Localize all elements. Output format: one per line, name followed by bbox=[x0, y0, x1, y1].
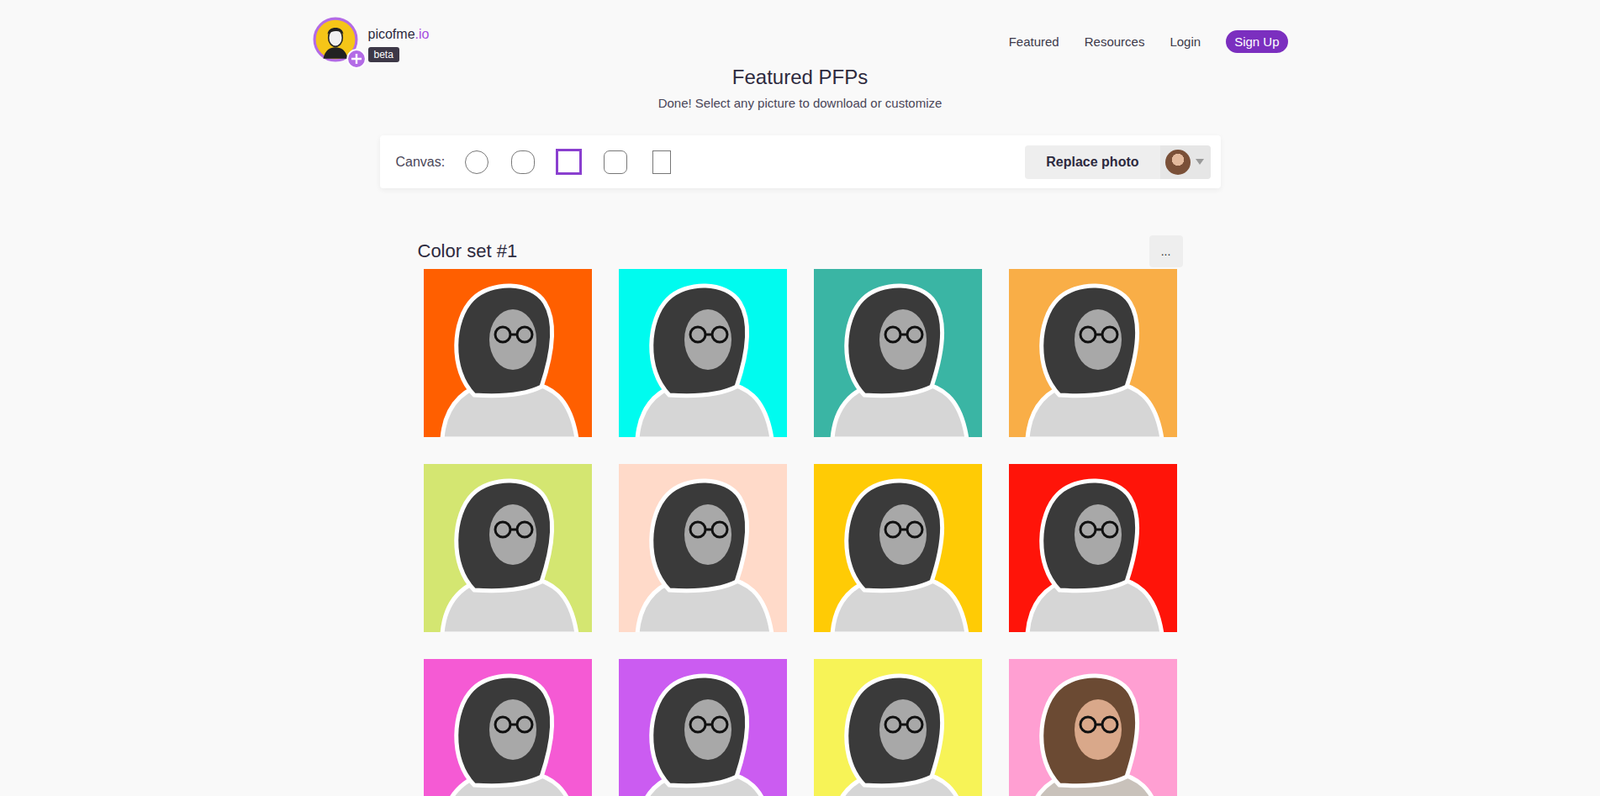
portrait-photo bbox=[423, 464, 592, 633]
canvas-option[interactable] bbox=[601, 148, 629, 175]
logo[interactable] bbox=[312, 16, 359, 63]
color-set-header: Color set #1... bbox=[417, 235, 1183, 268]
more-button[interactable]: ... bbox=[1149, 235, 1183, 268]
canvas-option[interactable] bbox=[555, 148, 582, 175]
square-shape-icon[interactable] bbox=[555, 148, 582, 175]
photo-thumbnail bbox=[1165, 149, 1191, 175]
page-title: Featured PFPs bbox=[0, 65, 1600, 90]
photo-controls: Replace photo bbox=[1024, 145, 1210, 180]
pfp-tile[interactable] bbox=[423, 464, 592, 633]
pfp-tile[interactable] bbox=[1008, 269, 1178, 438]
circle-shape-icon[interactable] bbox=[464, 150, 489, 175]
portrait-photo bbox=[1008, 659, 1178, 796]
canvas-option[interactable] bbox=[509, 148, 536, 175]
canvas-toolbar: Canvas: Replace photo bbox=[380, 135, 1221, 189]
header: picofme.io beta Featured Resources Login Sign… bbox=[312, 0, 1289, 63]
canvas-option[interactable] bbox=[648, 148, 675, 175]
replace-photo-button[interactable]: Replace photo bbox=[1024, 145, 1160, 180]
portrait-photo bbox=[423, 269, 592, 438]
nav: Featured Resources Login Sign Up bbox=[1008, 16, 1289, 53]
brand-text: picofme.io beta bbox=[368, 16, 430, 63]
squircle-shape-icon[interactable] bbox=[511, 150, 535, 175]
pfp-tile[interactable] bbox=[618, 659, 787, 796]
pfp-tile[interactable] bbox=[423, 659, 592, 796]
color-set: Color set #1... bbox=[417, 235, 1183, 796]
nav-item[interactable]: Resources bbox=[1084, 34, 1146, 49]
canvas-label: Canvas: bbox=[396, 154, 446, 170]
nav-item[interactable]: Featured bbox=[1008, 34, 1060, 49]
portrait-shape-icon[interactable] bbox=[652, 150, 671, 175]
portrait-photo bbox=[618, 659, 787, 796]
pfp-tile[interactable] bbox=[618, 269, 787, 438]
page-subtitle: Done! Select any picture to download or … bbox=[0, 95, 1600, 111]
canvas-options: Canvas: bbox=[396, 148, 676, 175]
photo-picker[interactable] bbox=[1160, 145, 1211, 180]
nav-item[interactable]: Login bbox=[1169, 34, 1201, 49]
portrait-photo bbox=[813, 269, 983, 438]
beta-badge: beta bbox=[368, 47, 400, 63]
pfp-tile[interactable] bbox=[1008, 464, 1178, 633]
portrait-photo bbox=[813, 464, 983, 633]
portrait-photo bbox=[618, 269, 787, 438]
color-set-title: Color set #1 bbox=[417, 240, 518, 263]
page: picofme.io beta Featured Resources Login Sign… bbox=[0, 0, 1600, 796]
canvas-option[interactable] bbox=[463, 148, 490, 175]
pfp-tile[interactable] bbox=[1008, 659, 1178, 796]
portrait-photo bbox=[813, 659, 983, 796]
portrait-photo bbox=[423, 659, 592, 796]
portrait-photo bbox=[1008, 269, 1178, 438]
pfp-tile[interactable] bbox=[813, 464, 983, 633]
rounded-shape-icon[interactable] bbox=[603, 150, 628, 175]
pfp-tile[interactable] bbox=[813, 659, 983, 796]
pfp-tile[interactable] bbox=[618, 464, 787, 633]
caret-down-icon[interactable] bbox=[1195, 158, 1204, 165]
pfp-tile[interactable] bbox=[813, 269, 983, 438]
pfp-tile[interactable] bbox=[423, 269, 592, 438]
plus-icon[interactable] bbox=[346, 48, 367, 69]
brand-name: picofme.io bbox=[368, 26, 430, 43]
brand-suffix: .io bbox=[415, 26, 430, 42]
tile-grid bbox=[417, 269, 1183, 796]
brand[interactable]: picofme.io beta bbox=[312, 16, 430, 63]
nav-item[interactable]: Sign Up bbox=[1225, 30, 1288, 53]
title-block: Featured PFPs Done! Select any picture to… bbox=[0, 65, 1600, 111]
portrait-photo bbox=[618, 464, 787, 633]
portrait-photo bbox=[1008, 464, 1178, 633]
